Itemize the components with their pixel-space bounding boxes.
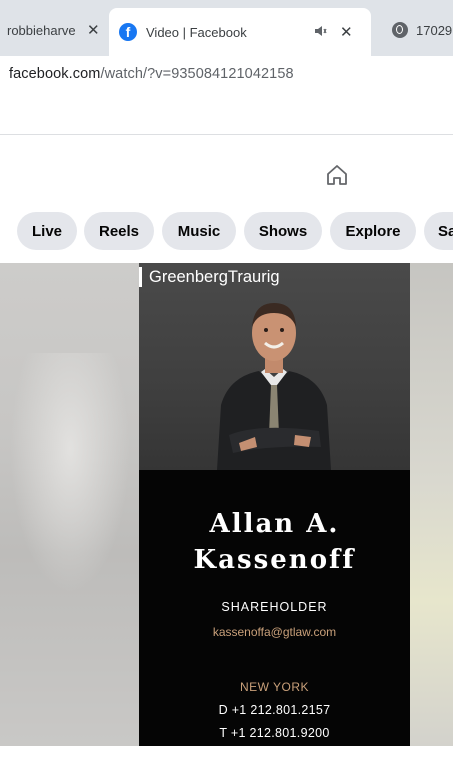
phone-main: T +1 212.801.9200 xyxy=(219,726,330,740)
close-icon[interactable]: ✕ xyxy=(87,23,100,38)
browser-tab-active[interactable]: f Video | Facebook ✕ xyxy=(109,8,371,56)
globe-icon xyxy=(392,22,408,38)
close-icon[interactable]: ✕ xyxy=(340,25,353,40)
tab-title: Video | Facebook xyxy=(146,24,247,40)
home-icon[interactable] xyxy=(325,163,349,187)
video-blur-backdrop xyxy=(410,263,453,746)
browser-tab-strip: robbieharve ✕ f Video | Facebook ✕ 17029 xyxy=(0,0,453,56)
video-player[interactable]: GreenbergTraurig Allan A. Kassenoff SHAR… xyxy=(0,263,453,746)
firm-logo: GreenbergTraurig xyxy=(139,267,280,287)
office-city: NEW YORK xyxy=(239,680,310,694)
chip-reels[interactable]: Reels xyxy=(84,212,154,250)
chip-shows[interactable]: Shows xyxy=(244,212,322,250)
chip-explore[interactable]: Explore xyxy=(330,212,416,250)
video-blur-backdrop xyxy=(0,263,140,746)
browser-tab[interactable]: 17029 xyxy=(384,10,453,50)
business-card-frame: GreenbergTraurig Allan A. Kassenoff SHAR… xyxy=(139,263,410,746)
job-title: SHAREHOLDER xyxy=(221,600,328,614)
person-portrait xyxy=(217,303,331,470)
speaker-icon[interactable] xyxy=(314,25,328,40)
facebook-top-nav xyxy=(0,135,453,200)
tab-title: robbieharve xyxy=(7,22,76,38)
person-name-first: Allan A. xyxy=(209,509,340,539)
tab-title: 17029 xyxy=(416,22,453,38)
person-name-last: Kassenoff xyxy=(193,545,356,575)
watch-category-chips: Live Reels Music Shows Explore Saved xyxy=(0,200,453,260)
chip-music[interactable]: Music xyxy=(162,212,236,250)
page-bottom xyxy=(0,746,453,757)
phone-direct: D +1 212.801.2157 xyxy=(218,703,331,717)
chip-saved[interactable]: Saved xyxy=(424,212,453,250)
email-text: kassenoffa@gtlaw.com xyxy=(212,625,337,639)
url-host: facebook.com xyxy=(9,66,101,82)
browser-tab[interactable]: robbieharve ✕ xyxy=(0,10,113,50)
url-text[interactable]: facebook.com/watch/?v=935084121042158 xyxy=(9,66,294,82)
facebook-icon: f xyxy=(119,23,137,41)
chip-live[interactable]: Live xyxy=(17,212,77,250)
address-bar[interactable]: facebook.com/watch/?v=935084121042158 xyxy=(0,56,453,92)
url-path: /watch/?v=935084121042158 xyxy=(100,66,294,82)
portrait-photo: GreenbergTraurig xyxy=(139,263,410,470)
page-spacer xyxy=(0,92,453,134)
